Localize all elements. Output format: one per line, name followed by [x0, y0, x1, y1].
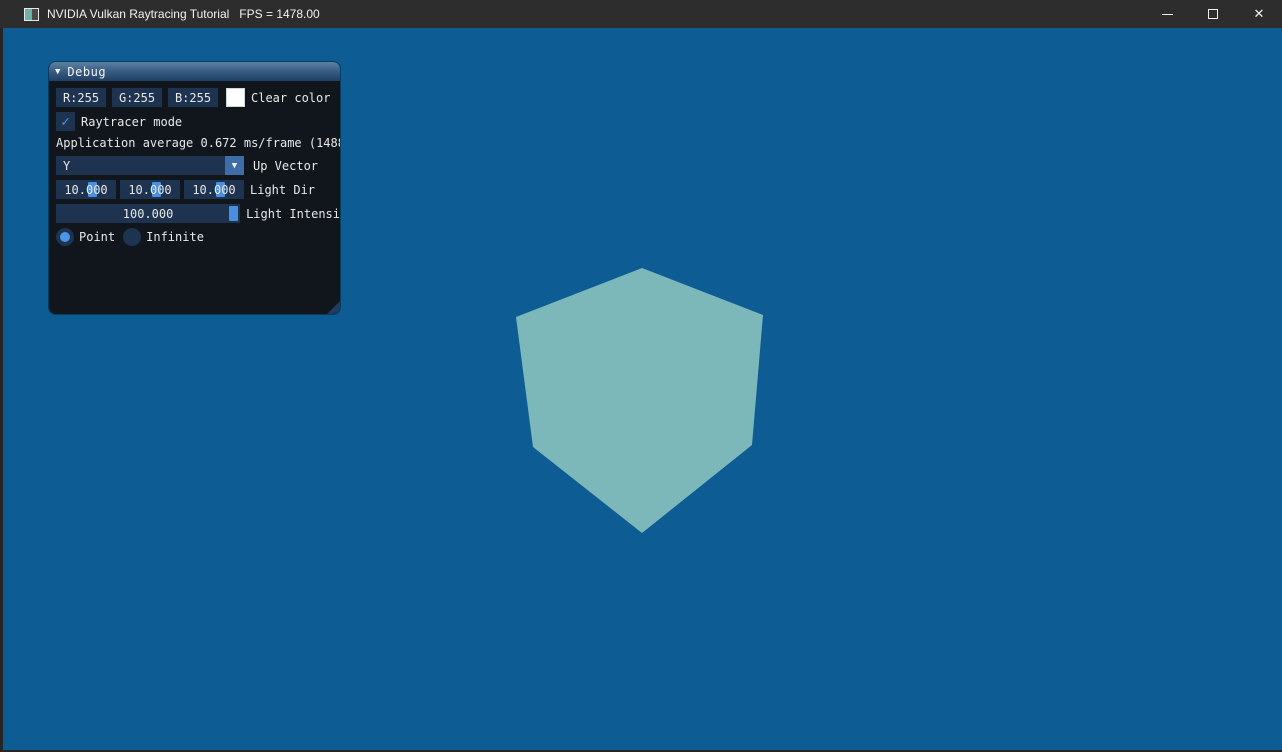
- radio-point[interactable]: [56, 228, 74, 246]
- cube-render: [516, 268, 763, 533]
- debug-panel-title: Debug: [67, 65, 106, 79]
- light-intensity-slider[interactable]: 100.000: [56, 204, 240, 223]
- debug-panel-header[interactable]: ▼ Debug: [49, 62, 340, 81]
- light-dir-x-slider[interactable]: 10.000: [56, 180, 116, 199]
- light-dir-y-slider[interactable]: 10.000: [120, 180, 180, 199]
- clear-color-swatch[interactable]: [226, 88, 245, 107]
- light-dir-z-slider[interactable]: 10.000: [184, 180, 244, 199]
- raytracer-mode-row: ✓ Raytracer mode: [56, 112, 340, 131]
- titlebar: NVIDIA Vulkan Raytracing Tutorial FPS = …: [0, 0, 1282, 28]
- up-vector-combo[interactable]: Y ▼: [56, 156, 244, 175]
- app-icon: [24, 8, 39, 21]
- chevron-down-icon: ▼: [232, 161, 237, 171]
- radio-infinite-label: Infinite: [146, 230, 204, 244]
- check-icon: ✓: [61, 115, 69, 129]
- green-value-button[interactable]: G:255: [112, 88, 162, 107]
- debug-panel: ▼ Debug R:255 G:255 B:255 Clear color ✓ …: [49, 62, 340, 314]
- resize-grip-icon[interactable]: [327, 301, 340, 314]
- up-vector-label: Up Vector: [253, 159, 318, 173]
- minimize-icon: [1162, 14, 1173, 15]
- slider-grab[interactable]: [229, 206, 238, 221]
- debug-panel-body: R:255 G:255 B:255 Clear color ✓ Raytrace…: [49, 81, 340, 246]
- raytracer-mode-label: Raytracer mode: [81, 115, 182, 129]
- light-dir-label: Light Dir: [250, 183, 315, 197]
- maximize-button[interactable]: [1190, 0, 1236, 28]
- combo-arrow-button[interactable]: ▼: [225, 156, 244, 175]
- maximize-icon: [1208, 9, 1218, 19]
- red-value-button[interactable]: R:255: [56, 88, 106, 107]
- light-dir-row: 10.000 10.000 10.000 Light Dir: [56, 180, 340, 199]
- window-controls: ✕: [1144, 0, 1282, 28]
- frame-stats-text: Application average 0.672 ms/frame (1488: [56, 136, 340, 150]
- app-window: NVIDIA Vulkan Raytracing Tutorial FPS = …: [0, 0, 1282, 752]
- raytracer-mode-checkbox[interactable]: ✓: [56, 112, 75, 131]
- collapse-arrow-icon: ▼: [55, 67, 60, 77]
- clear-color-row: R:255 G:255 B:255 Clear color: [56, 88, 340, 107]
- window-title: NVIDIA Vulkan Raytracing Tutorial FPS = …: [47, 7, 320, 21]
- up-vector-row: Y ▼ Up Vector: [56, 156, 340, 175]
- light-intensity-label: Light Intensi: [246, 207, 340, 221]
- light-type-row: Point Infinite: [56, 228, 340, 246]
- radio-point-label: Point: [79, 230, 115, 244]
- close-button[interactable]: ✕: [1236, 0, 1282, 28]
- close-icon: ✕: [1254, 8, 1265, 21]
- minimize-button[interactable]: [1144, 0, 1190, 28]
- render-viewport[interactable]: ▼ Debug R:255 G:255 B:255 Clear color ✓ …: [0, 28, 1282, 752]
- blue-value-button[interactable]: B:255: [168, 88, 218, 107]
- clear-color-label: Clear color: [251, 91, 330, 105]
- light-intensity-row: 100.000 Light Intensi: [56, 204, 340, 223]
- radio-infinite[interactable]: [123, 228, 141, 246]
- up-vector-value: Y: [56, 159, 70, 173]
